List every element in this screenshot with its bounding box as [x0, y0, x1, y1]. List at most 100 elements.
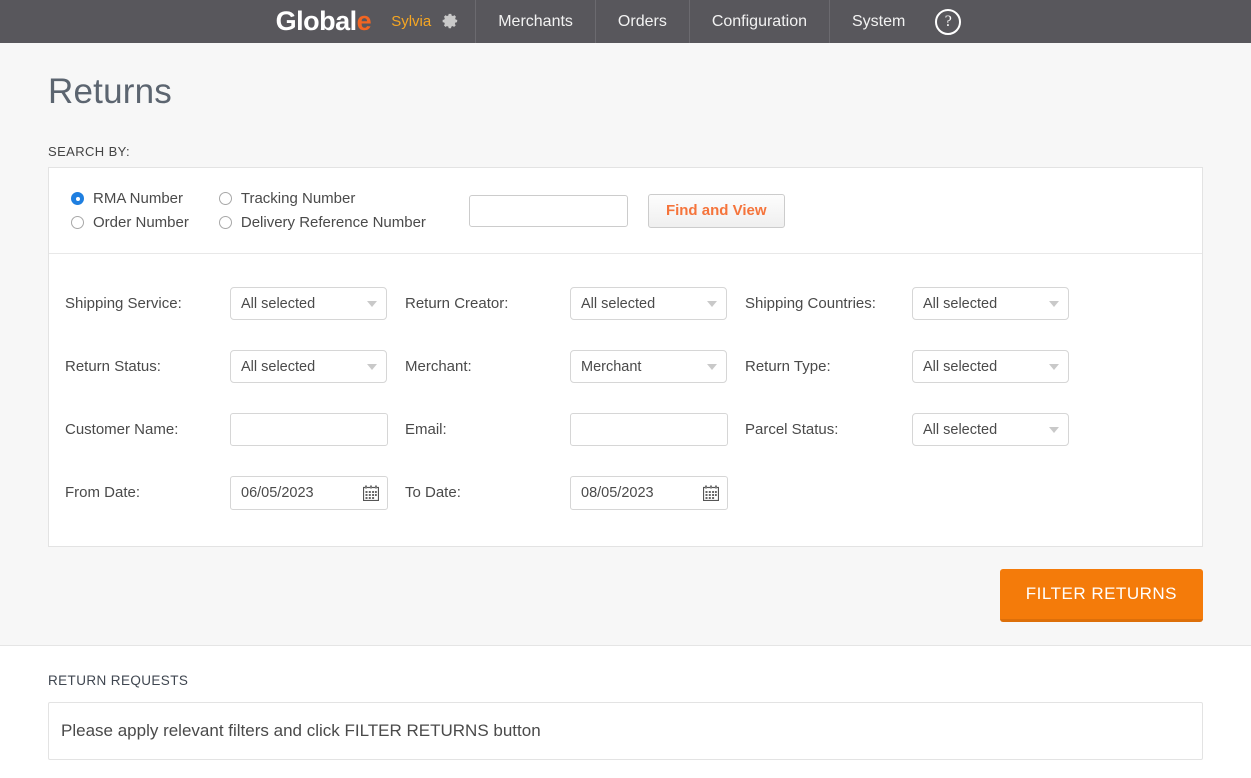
radio-tracking-number[interactable]: Tracking Number [219, 190, 426, 207]
radio-indicator[interactable] [71, 192, 84, 205]
chevron-down-icon [1049, 301, 1059, 307]
filter-row: Customer Name: Email: Parcel Status: [49, 398, 1202, 461]
email-input[interactable] [570, 413, 728, 446]
nav-item-merchants[interactable]: Merchants [475, 0, 595, 43]
nav-item-configuration[interactable]: Configuration [689, 0, 829, 43]
search-by-row: RMA Number Order Number Tracking Number … [49, 168, 1202, 254]
filter-row: Shipping Service: All selected Return Cr… [49, 272, 1202, 335]
help-button[interactable]: ? [927, 0, 975, 43]
from-date-input[interactable]: 06/05/2023 [230, 476, 388, 510]
gear-icon [440, 12, 459, 31]
filter-fields: Shipping Service: All selected Return Cr… [49, 254, 1202, 546]
page-title: Returns [0, 43, 1251, 112]
calendar-icon[interactable] [703, 485, 719, 501]
nav-item-label: System [852, 13, 905, 31]
field-control [570, 413, 745, 446]
select-value: All selected [923, 296, 997, 312]
field-label: Return Status: [65, 358, 230, 375]
date-value: 08/05/2023 [581, 485, 654, 501]
select-value: Merchant [581, 359, 641, 375]
merchant-select[interactable]: Merchant [570, 350, 727, 383]
field-label: Return Creator: [405, 295, 570, 312]
field-from-date: From Date: 06/05/2023 [65, 476, 405, 510]
top-navigation-bar: Globale Sylvia Merchants Orders Configur… [0, 0, 1251, 43]
empty-state-message: Please apply relevant filters and click … [61, 721, 541, 741]
nav-item-label: Merchants [498, 13, 573, 31]
shipping-countries-select[interactable]: All selected [912, 287, 1069, 320]
field-label: Parcel Status: [745, 421, 912, 438]
radio-indicator[interactable] [219, 216, 232, 229]
customer-name-input[interactable] [230, 413, 388, 446]
search-term-input[interactable] [469, 195, 628, 227]
filter-returns-button[interactable]: FILTER RETURNS [1000, 569, 1203, 622]
filter-row: From Date: 06/05/2023 [49, 461, 1202, 524]
field-control: All selected [230, 350, 405, 383]
select-value: All selected [241, 296, 315, 312]
search-by-radio-group: RMA Number Order Number Tracking Number … [49, 190, 426, 231]
return-requests-section: RETURN REQUESTS Please apply relevant fi… [0, 645, 1251, 778]
nav-item-label: Orders [618, 13, 667, 31]
field-control: All selected [570, 287, 745, 320]
select-value: All selected [923, 359, 997, 375]
field-parcel-status: Parcel Status: All selected [745, 413, 1087, 446]
return-requests-empty-state: Please apply relevant filters and click … [48, 702, 1203, 760]
field-label: To Date: [405, 484, 570, 501]
nav-item-orders[interactable]: Orders [595, 0, 689, 43]
radio-rma-number[interactable]: RMA Number [71, 190, 189, 207]
settings-gear-button[interactable] [438, 0, 475, 43]
field-email: Email: [405, 413, 745, 446]
nav-inner: Globale Sylvia Merchants Orders Configur… [276, 0, 976, 43]
find-and-view-button[interactable]: Find and View [648, 194, 785, 228]
return-status-select[interactable]: All selected [230, 350, 387, 383]
field-customer-name: Customer Name: [65, 413, 405, 446]
radio-delivery-reference-number[interactable]: Delivery Reference Number [219, 214, 426, 231]
brand-accent-letter: e [357, 6, 372, 37]
page-content: Returns SEARCH BY: RMA Number Order Numb… [0, 43, 1251, 645]
globale-logo[interactable]: Globale [276, 0, 382, 43]
help-icon: ? [935, 9, 961, 35]
search-filter-panel: RMA Number Order Number Tracking Number … [48, 167, 1203, 547]
to-date-input[interactable]: 08/05/2023 [570, 476, 728, 510]
field-label: Merchant: [405, 358, 570, 375]
field-to-date: To Date: 08/05/2023 [405, 476, 745, 510]
chevron-down-icon [367, 364, 377, 370]
filter-button-row: FILTER RETURNS [0, 547, 1251, 622]
chevron-down-icon [707, 301, 717, 307]
field-return-type: Return Type: All selected [745, 350, 1087, 383]
radio-label: RMA Number [93, 190, 183, 207]
field-shipping-countries: Shipping Countries: All selected [745, 287, 1087, 320]
field-label: Email: [405, 421, 570, 438]
chevron-down-icon [1049, 427, 1059, 433]
radio-order-number[interactable]: Order Number [71, 214, 189, 231]
radio-indicator[interactable] [71, 216, 84, 229]
field-control: All selected [912, 287, 1087, 320]
field-control: Merchant [570, 350, 745, 383]
nav-item-system[interactable]: System [829, 0, 927, 43]
shipping-service-select[interactable]: All selected [230, 287, 387, 320]
field-control [230, 413, 405, 446]
radio-label: Order Number [93, 214, 189, 231]
date-value: 06/05/2023 [241, 485, 314, 501]
return-type-select[interactable]: All selected [912, 350, 1069, 383]
radio-indicator[interactable] [219, 192, 232, 205]
return-requests-title: RETURN REQUESTS [0, 646, 1251, 702]
radio-label: Delivery Reference Number [241, 214, 426, 231]
field-control: All selected [912, 413, 1087, 446]
field-control: All selected [230, 287, 405, 320]
field-control: 08/05/2023 [570, 476, 745, 510]
return-creator-select[interactable]: All selected [570, 287, 727, 320]
field-label: Customer Name: [65, 421, 230, 438]
filter-row: Return Status: All selected Merchant: Me… [49, 335, 1202, 398]
field-return-status: Return Status: All selected [65, 350, 405, 383]
current-user-link[interactable]: Sylvia [381, 0, 438, 43]
select-value: All selected [241, 359, 315, 375]
parcel-status-select[interactable]: All selected [912, 413, 1069, 446]
chevron-down-icon [367, 301, 377, 307]
calendar-icon[interactable] [363, 485, 379, 501]
nav-item-label: Configuration [712, 13, 807, 31]
field-label: From Date: [65, 484, 230, 501]
radio-column-left: RMA Number Order Number [71, 190, 189, 231]
field-shipping-service: Shipping Service: All selected [65, 287, 405, 320]
select-value: All selected [581, 296, 655, 312]
radio-column-right: Tracking Number Delivery Reference Numbe… [219, 190, 426, 231]
